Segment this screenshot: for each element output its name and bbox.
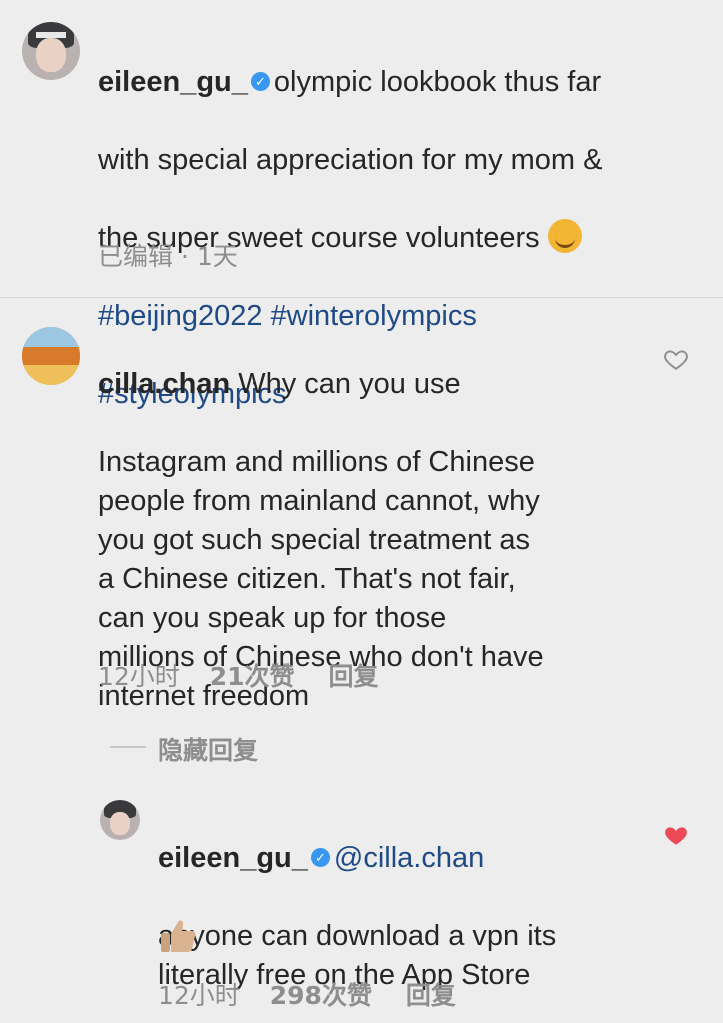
- smiling-face-with-hearts-emoji-icon: [547, 219, 582, 253]
- heart-outline-icon[interactable]: [663, 346, 689, 372]
- reply-mention[interactable]: @cilla.chan: [334, 842, 484, 874]
- reply-time: 12小时: [158, 981, 240, 1010]
- divider: [0, 297, 723, 298]
- post-author-username[interactable]: eileen_gu_: [98, 66, 248, 98]
- caption-line-2: with special appreciation for my mom &: [98, 144, 603, 176]
- comment-likes[interactable]: 21次赞: [210, 662, 295, 691]
- comment-meta: 12小时 21次赞 回复: [98, 657, 379, 693]
- reply-author-username[interactable]: eileen_gu_: [158, 842, 308, 874]
- hide-replies-button[interactable]: 隐藏回复: [158, 731, 258, 767]
- caption-line-1: olympic lookbook thus far: [273, 66, 602, 98]
- commenter-avatar[interactable]: [22, 327, 80, 385]
- post-author-avatar[interactable]: [22, 22, 80, 80]
- verified-badge-icon: ✓: [250, 72, 270, 91]
- comment-reply-button[interactable]: 回复: [329, 662, 379, 691]
- reply-likes[interactable]: 298次赞: [270, 981, 372, 1010]
- reply-body: eileen_gu_ ✓ @cilla.chan anyone can downlo…: [158, 800, 648, 995]
- reply-author-avatar[interactable]: [100, 800, 140, 840]
- commenter-username[interactable]: cilla.chan: [98, 368, 230, 400]
- thumbs-up-emoji-icon: [161, 920, 196, 952]
- post-meta: 已编辑 · 1天: [98, 242, 238, 271]
- reply-reply-button[interactable]: 回复: [406, 981, 456, 1010]
- verified-badge-icon: ✓: [310, 848, 330, 867]
- comment-time: 12小时: [98, 662, 180, 691]
- reply-meta: 12小时 298次赞 回复: [158, 976, 456, 1012]
- comment-text-line-1: Why can you use: [238, 368, 461, 400]
- heart-filled-icon[interactable]: [663, 822, 689, 848]
- hide-replies-line: [110, 746, 146, 748]
